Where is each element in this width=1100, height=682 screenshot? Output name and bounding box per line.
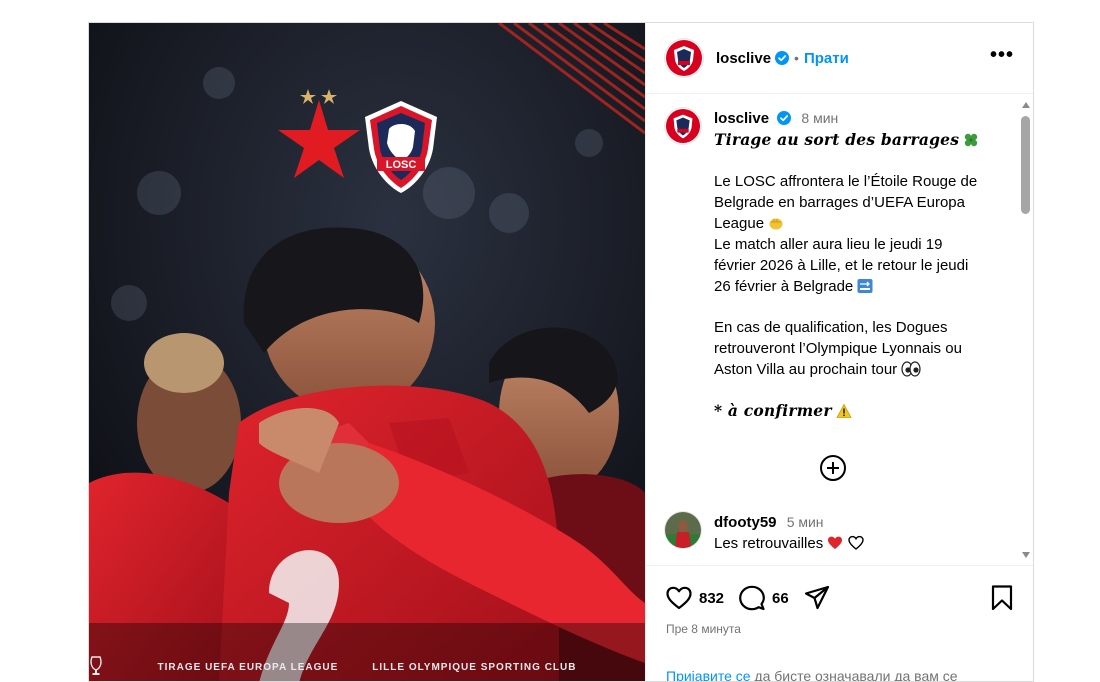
- caption-line: retrouveront l’Olympique Lyonnais ou: [714, 340, 962, 357]
- verified-badge-icon: [777, 111, 792, 125]
- caption-line: Le match aller aura lieu le jeudi 19: [714, 236, 943, 253]
- comments-scrollbar[interactable]: [1020, 96, 1032, 564]
- caption-note: * à confirmer: [714, 401, 832, 420]
- post-actions: 832 66 Пре 8 минута Пријавите се да бист…: [646, 565, 1033, 682]
- login-link[interactable]: Пријавите се: [666, 668, 751, 681]
- caption-row: losclive 8 мин Tirage au sort des barrag…: [646, 94, 1033, 422]
- post-timestamp[interactable]: Пре 8 минута: [666, 622, 741, 636]
- four-leaf-clover-icon: [965, 133, 978, 147]
- post-image[interactable]: LOSC TIRAGE UEFA EUROPA LEAGUE LILLE OLY…: [89, 23, 645, 681]
- caption-paragraph-2: En cas de qualification, les Dogues retr…: [714, 317, 1004, 380]
- caption-username[interactable]: losclive: [714, 110, 769, 127]
- caption-line: En cas de qualification, les Dogues: [714, 319, 948, 336]
- caption-line: Aston Villa au prochain tour: [714, 361, 898, 378]
- comment-avatar[interactable]: [665, 512, 701, 548]
- red-heart-icon: [828, 536, 843, 549]
- login-prompt: Пријавите се да бисте означавали да вам …: [666, 668, 958, 682]
- eyes-emoji-icon: [901, 361, 921, 377]
- europa-league-trophy-icon: [90, 656, 102, 675]
- scrollbar-thumb[interactable]: [1021, 116, 1030, 214]
- caption-avatar[interactable]: [665, 108, 701, 144]
- caption-line: Belgrade en barrages d’UEFA Europa: [714, 194, 965, 211]
- action-bar: 832 66: [665, 584, 1016, 612]
- banner-left-text: TIRAGE UEFA EUROPA LEAGUE: [157, 661, 339, 673]
- fist-emoji-icon: [769, 218, 783, 230]
- load-more-comments-icon[interactable]: [819, 454, 847, 482]
- comments-section[interactable]: losclive 8 мин Tirage au sort des barrag…: [646, 94, 1033, 564]
- caption-line: 26 février à Belgrade: [714, 278, 854, 295]
- caption-body: losclive 8 мин Tirage au sort des barrag…: [714, 108, 1004, 422]
- like-heart-icon[interactable]: [665, 584, 693, 612]
- more-options-icon[interactable]: •••: [990, 45, 1014, 65]
- instagram-post: LOSC TIRAGE UEFA EUROPA LEAGUE LILLE OLY…: [88, 22, 1034, 682]
- warning-icon: [836, 403, 852, 418]
- caption-time[interactable]: 8 мин: [801, 110, 838, 126]
- likes-count[interactable]: 832: [699, 590, 724, 607]
- scroll-down-arrow-icon[interactable]: [1022, 552, 1030, 558]
- user-avatar-icon: [665, 512, 701, 548]
- post-header: losclive • Прати •••: [646, 23, 1033, 94]
- players-celebration-image: LOSC: [89, 23, 645, 681]
- banner-right-text: LILLE OLYMPIQUE SPORTING CLUB: [372, 661, 577, 673]
- scroll-up-arrow-icon[interactable]: [1022, 102, 1030, 108]
- login-prompt-text: да бисте означавали да вам се: [750, 668, 958, 682]
- caption-line: League: [714, 215, 765, 232]
- follow-button[interactable]: Прати: [804, 50, 849, 67]
- share-send-icon[interactable]: [803, 584, 831, 612]
- save-bookmark-icon[interactable]: [988, 584, 1016, 612]
- losc-avatar-icon: [665, 108, 701, 144]
- soon-arrow-emoji-icon: [857, 279, 873, 293]
- comment-bubble-icon[interactable]: [738, 584, 766, 612]
- comment-username[interactable]: dfooty59: [714, 514, 777, 531]
- comment-row: dfooty59 5 мин Les retrouvailles: [646, 512, 1004, 554]
- caption-paragraph-1: Le LOSC affrontera le l’Étoile Rouge de …: [714, 171, 1004, 297]
- losc-avatar-icon: [666, 40, 702, 76]
- post-side-panel: losclive • Прати ••• losclive 8 мин Tira…: [645, 23, 1033, 682]
- caption-title: Tirage au sort des barrages: [714, 130, 960, 149]
- separator-dot: •: [794, 50, 799, 66]
- comment-text: Les retrouvailles: [714, 535, 824, 552]
- username-link[interactable]: losclive: [716, 50, 771, 67]
- like-comment-heart-icon[interactable]: [847, 535, 864, 551]
- comment-body: dfooty59 5 мин Les retrouvailles: [714, 512, 1004, 554]
- caption-line: Le LOSC affrontera le l’Étoile Rouge de: [714, 173, 978, 190]
- caption-note-row: * à confirmer: [714, 400, 1004, 422]
- avatar[interactable]: [665, 39, 703, 77]
- caption-line: février 2026 à Lille, et le retour le je…: [714, 257, 969, 274]
- comment-time[interactable]: 5 мин: [787, 514, 824, 530]
- svg-text:LOSC: LOSC: [386, 159, 417, 171]
- verified-badge-icon: [775, 51, 790, 65]
- comments-count[interactable]: 66: [772, 590, 789, 607]
